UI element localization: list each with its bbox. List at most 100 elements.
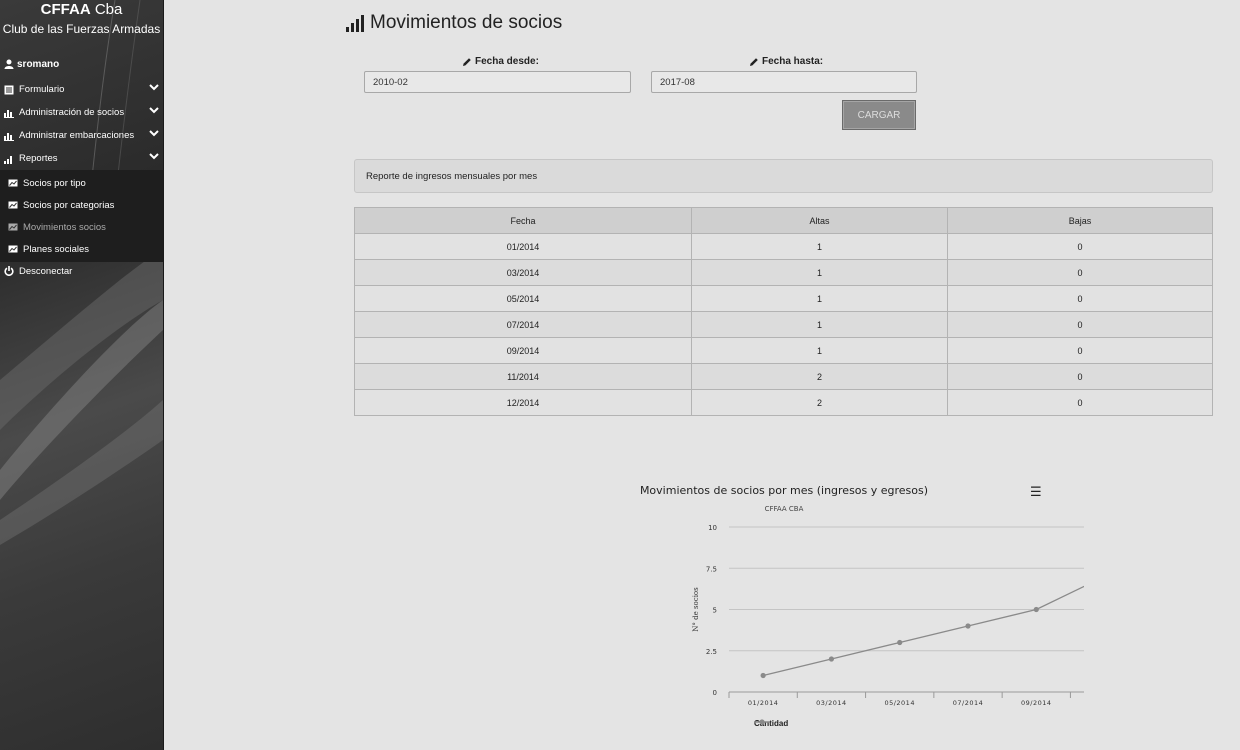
brand-subtitle: Club de las Fuerzas Armadas	[2, 22, 161, 36]
pencil-icon	[750, 57, 758, 66]
submenu-item-planes-sociales[interactable]: Planes sociales	[0, 238, 163, 260]
table-header-bajas: Bajas	[947, 207, 1213, 234]
cell-altas: 1	[691, 285, 948, 312]
x-tick-label: 01/2014	[748, 699, 779, 707]
sidebar: CFFAA Cba Club de las Fuerzas Armadas sr…	[0, 0, 164, 750]
chart-menu-icon[interactable]: ☰	[1030, 485, 1042, 498]
table-header-fecha: Fecha	[354, 207, 692, 234]
report-title-panel: Reporte de ingresos mensuales por mes	[354, 159, 1213, 193]
cell-fecha: 12/2014	[354, 389, 692, 416]
cell-bajas: 0	[947, 233, 1213, 260]
chart-legend[interactable]: Cantidad	[754, 719, 788, 728]
page-title-text: Movimientos de socios	[370, 12, 563, 33]
main-content: Movimientos de socios Fecha desde: 2010-…	[164, 0, 1240, 750]
page-title: Movimientos de socios	[346, 12, 562, 34]
cell-altas: 1	[691, 233, 948, 260]
cargar-button[interactable]: CARGAR	[842, 100, 916, 130]
cell-fecha: 07/2014	[354, 311, 692, 338]
cell-altas: 1	[691, 311, 948, 338]
report-table: Fecha Altas Bajas 01/2014 1 0 03/2014 1 0 05…	[354, 207, 1213, 416]
submenu-item-socios-por-tipo[interactable]: Socios por tipo	[0, 172, 163, 194]
table-row: 09/2014 1 0	[354, 337, 1213, 364]
data-point	[1033, 606, 1039, 613]
chevron-down-icon	[149, 153, 159, 160]
y-tick-label: 0	[713, 689, 717, 697]
signal-icon	[4, 155, 12, 164]
line-chart: 0 2.5 5 7.5 10 01/2014 03/2014 05/2014 07/2014 09…	[514, 470, 1084, 740]
data-point	[828, 656, 835, 662]
fecha-hasta-input[interactable]: 2017-08	[651, 71, 917, 93]
chart-icon	[8, 223, 18, 231]
submenu-item-movimientos-socios[interactable]: Movimientos socios	[0, 216, 163, 238]
sidebar-item-label: Administración de socios	[19, 107, 125, 118]
chart-title: Movimientos de socios por mes (ingresos …	[639, 484, 929, 497]
sidebar-item-administracion-socios[interactable]: Administración de socios	[0, 101, 163, 124]
y-axis-label: N° de socios	[692, 587, 700, 632]
chart-subtitle: CFFAA CBA	[764, 505, 804, 513]
table-row: 05/2014 1 0	[354, 285, 1213, 312]
table-row: 01/2014 1 0	[354, 233, 1213, 260]
y-tick-label: 5	[713, 607, 717, 615]
chart-icon	[8, 201, 18, 209]
pencil-icon	[463, 57, 471, 66]
user-icon	[4, 59, 14, 69]
signal-icon	[346, 15, 364, 32]
chart-icon	[8, 179, 18, 187]
cell-altas: 1	[691, 259, 948, 286]
x-tick-label: 03/2014	[816, 699, 847, 707]
table-row: 07/2014 1 0	[354, 311, 1213, 338]
brand-title: CFFAA Cba	[40, 1, 123, 18]
submenu-item-label: Socios por tipo	[23, 177, 86, 189]
sidebar-item-administrar-embarcaciones[interactable]: Administrar embarcaciones	[0, 124, 163, 147]
sidebar-item-label: Administrar embarcaciones	[19, 130, 135, 141]
chevron-down-icon	[149, 107, 159, 114]
chevron-down-icon	[149, 130, 159, 137]
cell-bajas: 0	[947, 389, 1213, 416]
y-tick-label: 2.5	[706, 648, 717, 656]
fecha-desde-input[interactable]: 2010-02	[364, 71, 631, 93]
sidebar-item-reportes[interactable]: Reportes	[0, 147, 163, 170]
table-header-altas: Altas	[691, 207, 948, 234]
cell-bajas: 0	[947, 363, 1213, 390]
table-row: 03/2014 1 0	[354, 259, 1213, 286]
power-icon	[4, 266, 14, 276]
submenu-item-socios-por-categorias[interactable]: Socios por categorias	[0, 194, 163, 216]
submenu-item-label: Planes sociales	[23, 243, 90, 255]
reportes-submenu: Socios por tipo Socios por categorias Mo…	[0, 170, 163, 262]
data-point	[965, 623, 971, 629]
list-icon	[4, 85, 14, 94]
sidebar-item-label: Formulario	[19, 84, 65, 95]
sidebar-item-formulario[interactable]: Formulario	[0, 78, 163, 101]
brand: CFFAA Cba Club de las Fuerzas Armadas	[0, 0, 163, 36]
cell-altas: 2	[691, 389, 948, 416]
y-tick-label: 10	[708, 524, 717, 532]
sidebar-menu: Formulario Administración de socios Admi…	[0, 78, 163, 280]
username: sromano	[17, 58, 60, 70]
sidebar-item-label: Reportes	[19, 153, 58, 164]
submenu-item-label: Movimientos socios	[23, 221, 106, 233]
chart-icon	[8, 245, 18, 253]
cell-fecha: 09/2014	[354, 337, 692, 364]
table-row: 11/2014 2 0	[354, 363, 1213, 390]
x-tick-label: 09/2014	[1021, 699, 1052, 707]
cell-fecha: 11/2014	[354, 363, 692, 390]
x-tick-label: 05/2014	[884, 699, 915, 707]
sidebar-item-desconectar[interactable]: Desconectar	[0, 262, 163, 280]
cell-altas: 2	[691, 363, 948, 390]
bar-chart-icon	[4, 132, 14, 141]
fecha-desde-label: Fecha desde:	[462, 56, 539, 67]
chevron-down-icon	[149, 84, 159, 91]
cell-altas: 1	[691, 337, 948, 364]
table-row: 12/2014 2 0	[354, 389, 1213, 416]
cell-bajas: 0	[947, 259, 1213, 286]
sidebar-item-label: Desconectar	[19, 265, 73, 277]
cell-fecha: 05/2014	[354, 285, 692, 312]
user-link[interactable]: sromano	[0, 57, 163, 71]
bar-chart-icon	[4, 109, 14, 118]
cell-bajas: 0	[947, 285, 1213, 312]
submenu-item-label: Socios por categorias	[23, 199, 115, 211]
x-tick-label: 07/2014	[953, 699, 984, 707]
legend-marker	[754, 719, 770, 725]
table-header-row: Fecha Altas Bajas	[354, 207, 1213, 234]
cell-fecha: 01/2014	[354, 233, 692, 260]
